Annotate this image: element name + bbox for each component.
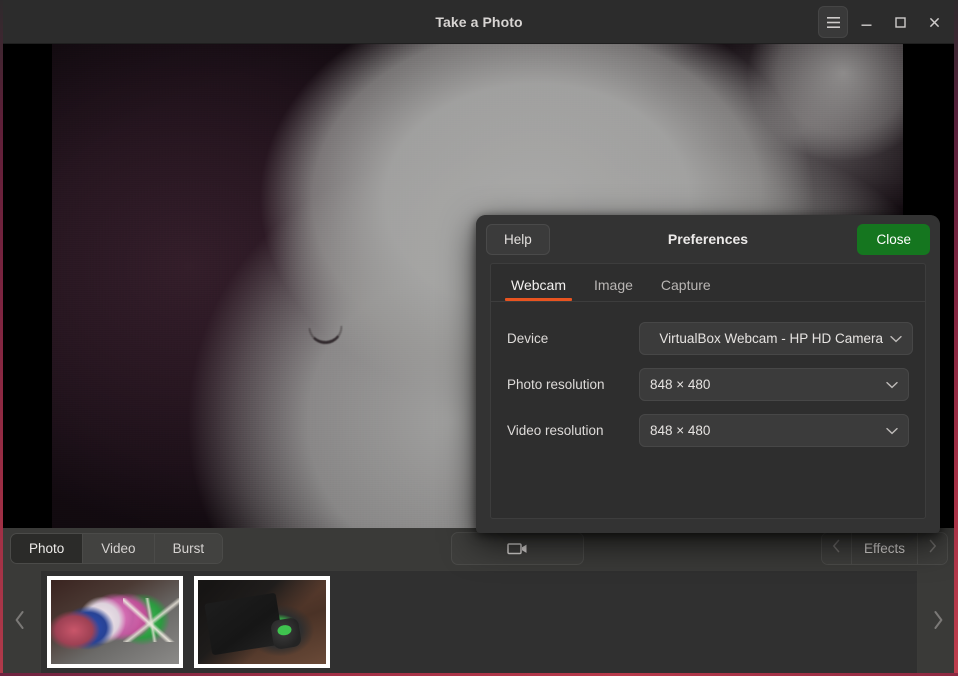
preferences-dialog: Help Preferences Close Webcam Image Capt… (476, 215, 940, 533)
tab-webcam[interactable]: Webcam (497, 270, 580, 301)
preferences-tabbar: Webcam Image Capture (491, 264, 925, 302)
device-dropdown[interactable]: VirtualBox Webcam - HP HD Camera (639, 322, 913, 355)
device-label: Device (507, 331, 639, 346)
desktop-edge-right (954, 0, 958, 676)
thumbnail-2[interactable] (194, 576, 330, 668)
device-value: VirtualBox Webcam - HP HD Camera (659, 331, 883, 346)
maximize-button[interactable] (884, 6, 916, 38)
chevron-down-icon (886, 427, 898, 435)
thumbnail-2-detail (270, 617, 302, 650)
mode-burst[interactable]: Burst (155, 534, 223, 563)
gallery-thumbnails (40, 570, 918, 675)
gallery-strip (0, 568, 958, 676)
tab-image[interactable]: Image (580, 270, 647, 301)
bottom-toolbar: Photo Video Burst Effects (0, 529, 958, 568)
mode-photo[interactable]: Photo (11, 534, 83, 563)
close-icon (928, 16, 941, 29)
photo-resolution-dropdown[interactable]: 848 × 480 (639, 368, 909, 401)
window-title: Take a Photo (0, 14, 958, 30)
effects-next-button[interactable] (918, 533, 947, 564)
photo-resolution-value: 848 × 480 (650, 377, 886, 392)
minimize-button[interactable] (850, 6, 882, 38)
menu-button[interactable] (818, 6, 848, 38)
desktop-edge-left (0, 0, 3, 676)
gallery-next-button[interactable] (918, 568, 958, 676)
help-button[interactable]: Help (486, 224, 550, 255)
cheese-app-window: Take a Photo (0, 0, 958, 676)
chevron-right-icon (932, 610, 944, 635)
video-resolution-value: 848 × 480 (650, 423, 886, 438)
chevron-left-icon (14, 610, 26, 635)
preferences-body: Webcam Image Capture Device VirtualBox W… (490, 263, 926, 519)
video-resolution-dropdown[interactable]: 848 × 480 (639, 414, 909, 447)
webcam-settings-form: Device VirtualBox Webcam - HP HD Camera … (491, 302, 925, 518)
close-preferences-button[interactable]: Close (857, 224, 930, 255)
chevron-right-icon (928, 539, 937, 558)
effects-button[interactable]: Effects (851, 533, 918, 564)
chevron-down-icon (890, 335, 902, 343)
mode-switcher: Photo Video Burst (10, 533, 223, 564)
maximize-icon (894, 16, 907, 29)
effects-prev-button[interactable] (822, 533, 851, 564)
preferences-header: Help Preferences Close (476, 215, 940, 263)
hamburger-menu-icon (826, 16, 841, 29)
tab-capture[interactable]: Capture (647, 270, 725, 301)
capture-button[interactable] (451, 532, 584, 565)
row-video-resolution: Video resolution 848 × 480 (507, 414, 909, 447)
minimize-icon (860, 16, 873, 29)
effects-control-group: Effects (821, 532, 948, 565)
chevron-down-icon (886, 381, 898, 389)
row-device: Device VirtualBox Webcam - HP HD Camera (507, 322, 909, 355)
thumbnail-1[interactable] (47, 576, 183, 668)
titlebar[interactable]: Take a Photo (0, 0, 958, 44)
video-camera-icon (507, 541, 529, 556)
row-photo-resolution: Photo resolution 848 × 480 (507, 368, 909, 401)
video-resolution-label: Video resolution (507, 423, 639, 438)
chevron-left-icon (832, 539, 841, 558)
titlebar-buttons (818, 0, 950, 44)
gallery-prev-button[interactable] (0, 568, 40, 676)
photo-resolution-label: Photo resolution (507, 377, 639, 392)
close-window-button[interactable] (918, 6, 950, 38)
mode-video[interactable]: Video (83, 534, 154, 563)
